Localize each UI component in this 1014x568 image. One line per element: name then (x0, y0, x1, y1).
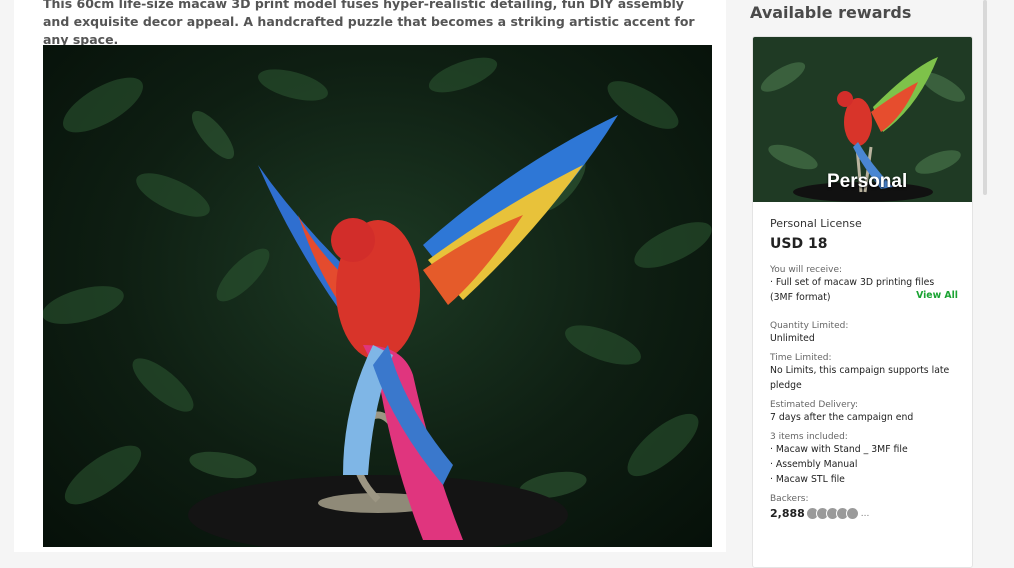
quantity-label: Quantity Limited: (770, 321, 849, 331)
reward-image: Personal (753, 37, 972, 202)
quantity-value: Unlimited (770, 333, 815, 344)
delivery-value: 7 days after the campaign end (770, 412, 914, 423)
reward-name: Personal License (770, 217, 862, 230)
view-all-link[interactable]: View All (916, 290, 958, 301)
campaign-description: This 60cm life-size macaw 3D print model… (43, 0, 695, 47)
scrollbar-thumb[interactable] (983, 0, 987, 195)
included-item: · Macaw with Stand _ 3MF file (770, 444, 908, 455)
time-value: No Limits, this campaign supports late p… (770, 365, 950, 391)
delivery-label: Estimated Delivery: (770, 400, 859, 410)
backers-row: 2,888 ... (770, 507, 960, 520)
included-item: · Assembly Manual (770, 459, 858, 470)
included-item: · Macaw STL file (770, 474, 845, 485)
reward-price: USD 18 (770, 236, 828, 252)
reward-details: Personal License USD 18 You will receive… (770, 217, 960, 520)
backers-label: Backers: (770, 494, 809, 504)
reward-card-personal[interactable]: Personal Personal License USD 18 You wil… (752, 36, 973, 568)
backers-count: 2,888 (770, 507, 805, 520)
hero-image-macaw[interactable] (43, 45, 712, 547)
receive-label: You will receive: (770, 265, 843, 275)
available-rewards-title: Available rewards (750, 3, 912, 22)
items-label: 3 items included: (770, 432, 848, 442)
avatar (845, 507, 859, 520)
time-label: Time Limited: (770, 353, 832, 363)
reward-image-caption: Personal (827, 171, 908, 192)
macaw-illustration (43, 57, 712, 547)
more-backers-indicator: ... (860, 508, 870, 519)
